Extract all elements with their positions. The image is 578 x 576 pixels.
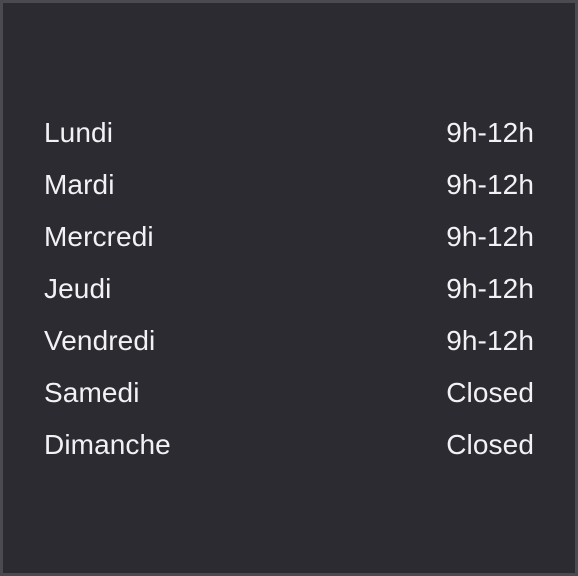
hours-value: 9h-12h <box>446 221 534 252</box>
day-label: Lundi <box>44 117 114 148</box>
hours-row-thursday: Jeudi 9h-12h <box>44 263 534 315</box>
hours-row-monday: Lundi 9h-12h <box>44 107 534 159</box>
hours-value: 9h-12h <box>446 169 534 200</box>
hours-value: 9h-12h <box>446 117 534 148</box>
day-label: Mardi <box>44 169 115 200</box>
day-label: Mercredi <box>44 221 154 252</box>
day-label: Samedi <box>44 377 140 408</box>
hours-value: Closed <box>446 377 534 408</box>
opening-hours-card: Lundi 9h-12h Mardi 9h-12h Mercredi 9h-12… <box>3 3 575 573</box>
hours-row-wednesday: Mercredi 9h-12h <box>44 211 534 263</box>
hours-row-friday: Vendredi 9h-12h <box>44 315 534 367</box>
hours-row-tuesday: Mardi 9h-12h <box>44 159 534 211</box>
hours-row-sunday: Dimanche Closed <box>44 419 534 471</box>
opening-hours-list: Lundi 9h-12h Mardi 9h-12h Mercredi 9h-12… <box>44 107 534 471</box>
hours-value: Closed <box>446 429 534 460</box>
hours-value: 9h-12h <box>446 273 534 304</box>
day-label: Jeudi <box>44 273 112 304</box>
hours-row-saturday: Samedi Closed <box>44 367 534 419</box>
day-label: Vendredi <box>44 325 156 356</box>
hours-value: 9h-12h <box>446 325 534 356</box>
day-label: Dimanche <box>44 429 171 460</box>
